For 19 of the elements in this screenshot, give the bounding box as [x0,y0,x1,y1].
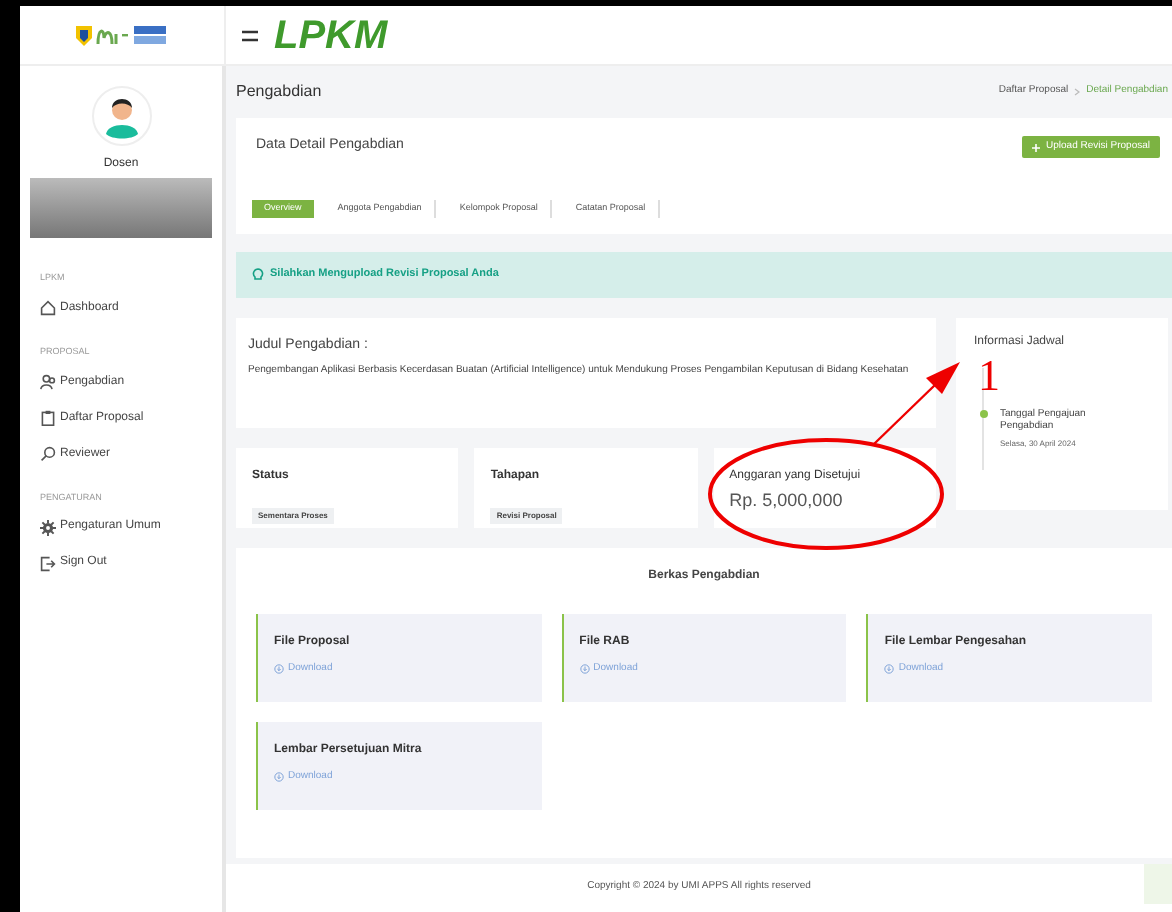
users-icon [40,374,56,390]
plus-icon [1032,143,1041,151]
menu-icon[interactable] [242,29,258,41]
bulb-icon [252,268,264,282]
download-icon [274,664,284,675]
annotation-label: 1 [978,354,1000,398]
logout-icon [40,555,56,572]
home-icon [40,300,56,317]
logo-drawing [74,21,170,49]
avatar-icon [91,86,151,146]
clipboard-icon [40,410,56,426]
chevron-icon [1074,88,1081,96]
amount-value: Rp. 5,000,000 [729,488,845,514]
download-icon [884,664,895,675]
download-icon [579,664,590,675]
download-icon [274,772,284,783]
page-title: Pengabdian [236,80,322,104]
settings-icon [40,519,56,536]
brand-logo: LPKM [274,15,388,55]
